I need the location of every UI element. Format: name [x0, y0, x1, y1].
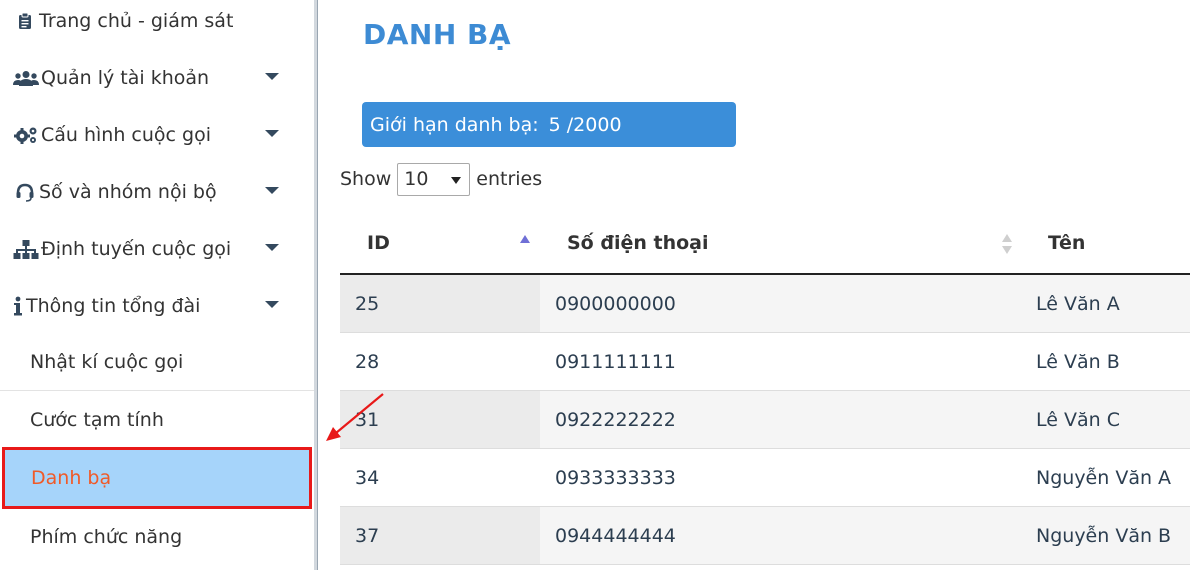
clipboard-icon	[13, 12, 37, 30]
table-row[interactable]: 37 0944444444 Nguyễn Văn B	[340, 507, 1190, 565]
cell-phone: 0911111111	[555, 350, 676, 373]
sidebar: Trang chủ - giám sát Quản lý tài khoản C…	[0, 0, 316, 570]
sidebar-item-label: Quản lý tài khoản	[41, 66, 210, 89]
sort-icon[interactable]	[1001, 234, 1013, 256]
gears-icon	[13, 126, 39, 144]
cell-name: Lê Văn C	[1036, 408, 1120, 431]
table-row[interactable]: 28 0911111111 Lê Văn B	[340, 333, 1190, 391]
cell-id: 25	[340, 275, 540, 332]
column-header-phone[interactable]: Số điện thoại	[567, 232, 709, 254]
column-header-id[interactable]: ID	[367, 232, 390, 254]
chevron-down-icon	[265, 187, 279, 194]
sidebar-subitem-function-keys[interactable]: Phím chức năng	[0, 508, 314, 566]
users-icon	[13, 70, 39, 86]
sidebar-subitem-contacts[interactable]: Danh bạ	[2, 447, 312, 509]
table-body: 25 0900000000 Lê Văn A 28 0911111111 Lê Văn B…	[340, 275, 1190, 565]
cell-id: 34	[355, 466, 380, 489]
sidebar-item-label: Định tuyến cuộc gọi	[41, 237, 232, 260]
cell-name: Nguyễn Văn B	[1036, 524, 1172, 547]
chevron-down-icon	[265, 244, 279, 251]
table-row[interactable]: 31 0922222222 Lê Văn C	[340, 391, 1190, 449]
cell-id: 28	[355, 350, 380, 373]
headset-icon	[13, 182, 37, 202]
sidebar-item-home[interactable]: Trang chủ - giám sát	[0, 0, 314, 49]
cell-phone: 0922222222	[555, 408, 676, 431]
sitemap-icon	[13, 239, 39, 259]
sidebar-item-call-config[interactable]: Cấu hình cuộc gọi	[0, 106, 314, 163]
sidebar-item-account[interactable]: Quản lý tài khoản	[0, 49, 314, 106]
sidebar-item-internal-numbers[interactable]: Số và nhóm nội bộ	[0, 163, 314, 220]
cell-name: Lê Văn A	[1036, 292, 1120, 315]
sidebar-item-label: Cấu hình cuộc gọi	[41, 123, 211, 146]
sidebar-item-pbx-info[interactable]: Thông tin tổng đài	[0, 277, 314, 334]
column-header-name[interactable]: Tên	[1048, 232, 1085, 254]
cell-name: Lê Văn B	[1036, 350, 1120, 373]
entries-select[interactable]: 10	[397, 162, 471, 196]
show-label: Show	[340, 168, 392, 190]
chevron-down-icon	[265, 301, 279, 308]
sidebar-subitem-estimated-charges[interactable]: Cước tạm tính	[0, 391, 314, 449]
sidebar-subitem-label: Cước tạm tính	[30, 409, 164, 431]
sidebar-divider[interactable]	[314, 0, 318, 570]
table-row[interactable]: 34 0933333333 Nguyễn Văn A	[340, 449, 1190, 507]
cell-id: 37	[340, 507, 540, 564]
table-header: ID Số điện thoại Tên	[340, 215, 1190, 275]
sidebar-item-label: Thông tin tổng đài	[26, 294, 201, 317]
contact-limit-value: 5 /2000	[548, 113, 622, 136]
chevron-down-icon	[451, 176, 462, 184]
chevron-down-icon	[265, 73, 279, 80]
info-icon	[12, 296, 24, 316]
sidebar-subitem-label: Nhật kí cuộc gọi	[30, 350, 184, 373]
entries-select-value: 10	[404, 168, 429, 190]
entries-label: entries	[476, 168, 543, 190]
cell-phone: 0933333333	[555, 466, 676, 489]
contact-limit-banner: Giới hạn danh bạ: 5 /2000	[362, 102, 736, 147]
sidebar-item-call-routing[interactable]: Định tuyến cuộc gọi	[0, 220, 314, 277]
cell-name: Nguyễn Văn A	[1036, 466, 1172, 489]
entries-length-control: Show 10 entries	[340, 162, 542, 196]
table-row[interactable]: 25 0900000000 Lê Văn A	[340, 275, 1190, 333]
cell-phone: 0944444444	[555, 524, 676, 547]
sidebar-item-label: Trang chủ - giám sát	[39, 9, 234, 32]
cell-phone: 0900000000	[555, 292, 676, 315]
sidebar-subitem-label: Phím chức năng	[30, 526, 183, 548]
chevron-down-icon	[265, 130, 279, 137]
cell-id: 31	[340, 391, 540, 448]
sidebar-item-label: Số và nhóm nội bộ	[39, 180, 217, 203]
sort-ascending-icon[interactable]	[520, 235, 530, 243]
sidebar-subitem-label: Danh bạ	[31, 467, 112, 489]
sidebar-subitem-call-log[interactable]: Nhật kí cuộc gọi	[0, 333, 314, 391]
contacts-table: ID Số điện thoại Tên 25 0900000000 Lê Văn …	[340, 215, 1190, 565]
page-title: DANH BẠ	[363, 18, 512, 51]
contact-limit-label: Giới hạn danh bạ:	[370, 113, 539, 136]
